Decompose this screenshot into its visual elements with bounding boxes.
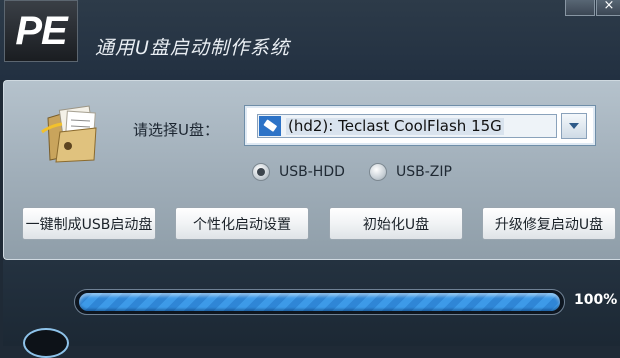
title-bar — [0, 0, 620, 80]
folder-icon — [41, 105, 97, 163]
close-icon: × — [603, 0, 615, 13]
dropdown-arrow-button[interactable] — [561, 113, 587, 139]
radio-dot[interactable] — [369, 163, 387, 181]
minimize-icon — [578, 0, 582, 13]
close-button[interactable]: × — [596, 0, 620, 16]
brand-badge-icon — [23, 328, 69, 358]
device-select-label: 请选择U盘： — [133, 121, 219, 139]
usb-drive-icon — [259, 116, 281, 136]
device-select-value: (hd2): Teclast CoolFlash 15G — [286, 117, 504, 135]
logo-text: PE — [15, 8, 67, 53]
progress-percent: 100% — [574, 292, 618, 308]
chevron-down-icon — [569, 123, 579, 129]
one-click-make-button[interactable]: 一键制成USB启动盘 — [22, 207, 156, 240]
progress-fill — [79, 293, 560, 311]
device-select-dropdown[interactable]: (hd2): Teclast CoolFlash 15G — [244, 105, 596, 146]
app-title: 通用U盘启动制作系统 — [95, 37, 290, 59]
progress-bar — [74, 289, 565, 315]
upgrade-repair-button[interactable]: 升级修复启动U盘 — [482, 207, 616, 240]
radio-usb-hdd-label: USB-HDD — [279, 164, 345, 180]
radio-usb-zip-label: USB-ZIP — [396, 164, 452, 180]
radio-usb-hdd[interactable]: USB-HDD — [252, 163, 345, 181]
personalize-boot-button[interactable]: 个性化启动设置 — [175, 207, 309, 240]
radio-usb-zip[interactable]: USB-ZIP — [369, 163, 452, 181]
initialize-usb-button[interactable]: 初始化U盘 — [329, 207, 463, 240]
radio-dot-selected[interactable] — [252, 163, 270, 181]
minimize-button[interactable] — [565, 0, 595, 16]
pe-logo: PE — [4, 0, 78, 62]
device-select-field[interactable]: (hd2): Teclast CoolFlash 15G — [257, 114, 557, 138]
